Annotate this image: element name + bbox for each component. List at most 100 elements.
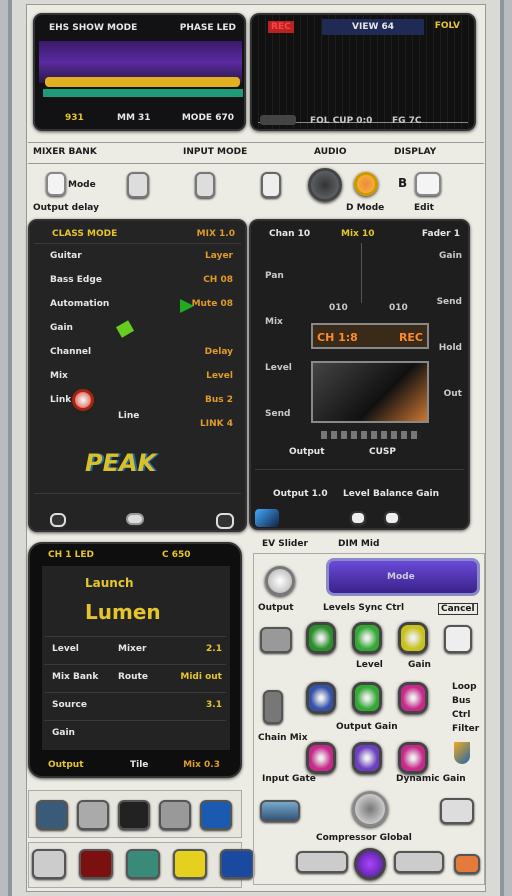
visual-button[interactable] [200,800,232,830]
knob-label: Input Gate [262,774,316,784]
scene-button[interactable] [118,800,150,830]
wide-button[interactable] [296,851,348,873]
monitor-icon[interactable] [308,168,342,202]
row-value: Route [118,672,148,682]
hold-icon[interactable] [261,172,281,198]
row-label: Gain [50,323,73,333]
preview-display [311,361,429,423]
pad-label: Mode [387,572,415,582]
bottom-left-screen: CH 1 LED C 650 Launch Lumen Level Mixer 2.… [28,542,242,778]
dial-button[interactable] [159,800,191,830]
knob-button[interactable] [77,800,109,830]
layout-button[interactable] [36,800,68,830]
channel-knob[interactable] [306,682,336,714]
mode-icon[interactable] [46,172,66,196]
screen-title: Launch [85,576,134,590]
footer-icon[interactable] [50,513,66,527]
channel-knob[interactable] [352,622,382,654]
section-label: EV Slider [262,539,308,549]
stop-button[interactable] [79,849,113,879]
footer-value: 931 [65,113,84,123]
row-value: Level [206,371,233,381]
divider [28,142,484,143]
panel-header: Mix 10 [341,229,375,239]
side-label: Send [436,297,462,307]
knob-label: Dynamic Gain [396,774,466,784]
panel-header: CLASS MODE [52,229,118,239]
display-text: REC [398,331,423,344]
footer-value: FOL CUP 0:0 [310,116,373,126]
section-label: DIM Mid [338,539,380,549]
right-label: FOLV [434,21,460,31]
row-label: Guitar [50,251,82,261]
channel-knob[interactable] [398,622,428,654]
row-value: LINK 4 [200,419,233,429]
screen-header: CH 1 LED [48,550,95,560]
edit-icon[interactable] [415,172,441,196]
mode-pad[interactable]: Mode [326,558,480,596]
footer-value: MM 31 [117,113,151,123]
footer-label: Compressor Global [316,833,412,843]
section-label: INPUT MODE [183,147,248,157]
wide-button[interactable] [394,851,444,873]
channel-knob[interactable] [398,742,428,774]
row-value: 2.1 [206,644,222,654]
record-knob[interactable] [72,389,94,411]
view-tab[interactable]: VIEW 64 [322,19,425,35]
file-icon[interactable] [384,511,400,525]
arrow-icon [115,320,135,338]
window-button[interactable] [220,849,254,879]
side-label: Send [265,409,291,419]
channel-knob[interactable] [352,742,382,774]
footer-icon[interactable] [216,513,234,529]
center-label: Line [118,411,140,421]
row-label: Channel [50,347,92,357]
sync-icon[interactable] [255,509,279,527]
purple-knob[interactable] [354,848,386,880]
folder-button[interactable] [173,849,207,879]
clip-icon[interactable] [127,172,149,198]
bypass-button[interactable] [32,849,66,879]
channel-knob[interactable] [306,622,336,654]
sample-button[interactable] [126,849,160,879]
slider-handle[interactable] [260,115,296,125]
blue-button[interactable] [260,800,300,822]
row-value: CH 08 [203,275,233,285]
mid-left-panel: CLASS MODE MIX 1.0 Guitar Layer Bass Edge C… [28,219,247,532]
selector-knob[interactable] [265,566,295,596]
screen-logo: Lumen [85,600,161,624]
knob-label: Chain Mix [258,733,308,743]
side-label: Level [265,363,292,373]
side-label: Pan [265,271,284,281]
fader-icon[interactable] [263,690,283,724]
led-display: CH 1:8 REC [311,323,429,349]
panel-logo: PEAK [85,449,157,477]
cancel-button[interactable]: Cancel [438,603,478,615]
value: 010 [329,303,348,313]
split-icon[interactable] [195,172,215,198]
divider [28,163,484,164]
row-label: Link [50,395,72,405]
screen-body [42,566,230,750]
row-value: Midi out [180,672,222,682]
icon-label: Mode [68,180,96,190]
main-dial[interactable] [352,791,388,827]
channel-knob[interactable] [306,742,336,774]
folder-icon[interactable] [350,511,366,525]
record-icon[interactable] [354,172,378,196]
top-right-screen: REC VIEW 64 FOLV FOL CUP 0:0 FG 7C [250,13,476,131]
right-button[interactable] [444,625,472,653]
footer-label: Output 1.0 [273,489,328,499]
value: 010 [389,303,408,313]
section-label: MIXER BANK [33,147,97,157]
orange-button[interactable] [454,854,480,874]
footer-icon[interactable] [126,513,144,525]
gold-button[interactable] [440,798,474,824]
footer-value: FG 7C [392,116,422,126]
left-button[interactable] [260,627,292,653]
row-value: 3.1 [206,700,222,710]
channel-knob[interactable] [398,682,428,714]
row-value: Mixer [118,644,147,654]
channel-knob[interactable] [352,682,382,714]
footer-label: Output [48,760,84,770]
